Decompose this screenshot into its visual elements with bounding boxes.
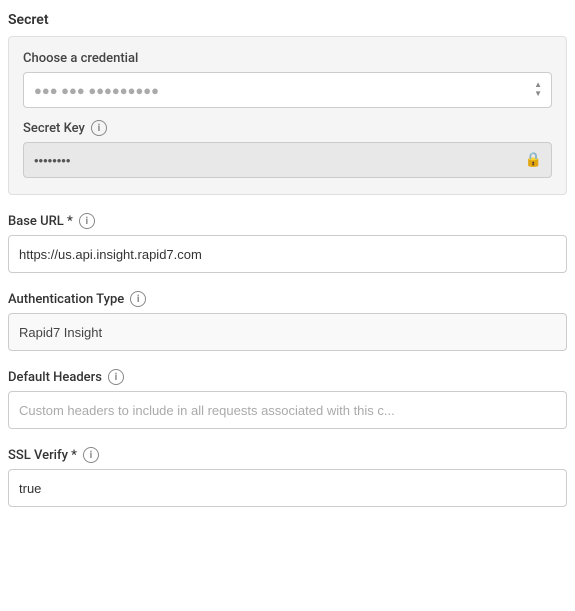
auth-type-input[interactable] [8,313,567,351]
credential-select[interactable] [23,72,552,108]
auth-type-label: Authentication Type [8,292,124,307]
secret-section: Secret Choose a credential ▲ ▼ Secret Ke… [8,12,567,195]
auth-type-info-icon[interactable]: i [130,291,146,307]
secret-key-label-row: Secret Key i [23,120,552,136]
base-url-info-icon[interactable]: i [79,213,95,229]
auth-type-section: Authentication Type i [8,291,567,351]
base-url-label: Base URL * [8,214,73,229]
ssl-verify-label-row: SSL Verify * i [8,447,567,463]
default-headers-label: Default Headers [8,370,102,385]
default-headers-info-icon[interactable]: i [108,369,124,385]
default-headers-label-row: Default Headers i [8,369,567,385]
choose-credential-label: Choose a credential [23,51,552,66]
base-url-input[interactable] [8,235,567,273]
ssl-verify-label: SSL Verify * [8,448,77,463]
secret-key-label: Secret Key [23,121,85,136]
credential-select-wrapper: ▲ ▼ [23,72,552,108]
secret-box: Choose a credential ▲ ▼ Secret Key i 🔒 [8,36,567,195]
auth-type-label-row: Authentication Type i [8,291,567,307]
ssl-verify-input[interactable] [8,469,567,507]
default-headers-input[interactable] [8,391,567,429]
ssl-verify-info-icon[interactable]: i [83,447,99,463]
secret-key-input [23,142,552,178]
secret-key-wrapper: 🔒 [23,142,552,178]
secret-key-info-icon[interactable]: i [91,120,107,136]
secret-section-label: Secret [8,12,567,28]
default-headers-section: Default Headers i [8,369,567,429]
lock-icon: 🔒 [525,152,542,168]
base-url-label-row: Base URL * i [8,213,567,229]
ssl-verify-section: SSL Verify * i [8,447,567,507]
base-url-section: Base URL * i [8,213,567,273]
